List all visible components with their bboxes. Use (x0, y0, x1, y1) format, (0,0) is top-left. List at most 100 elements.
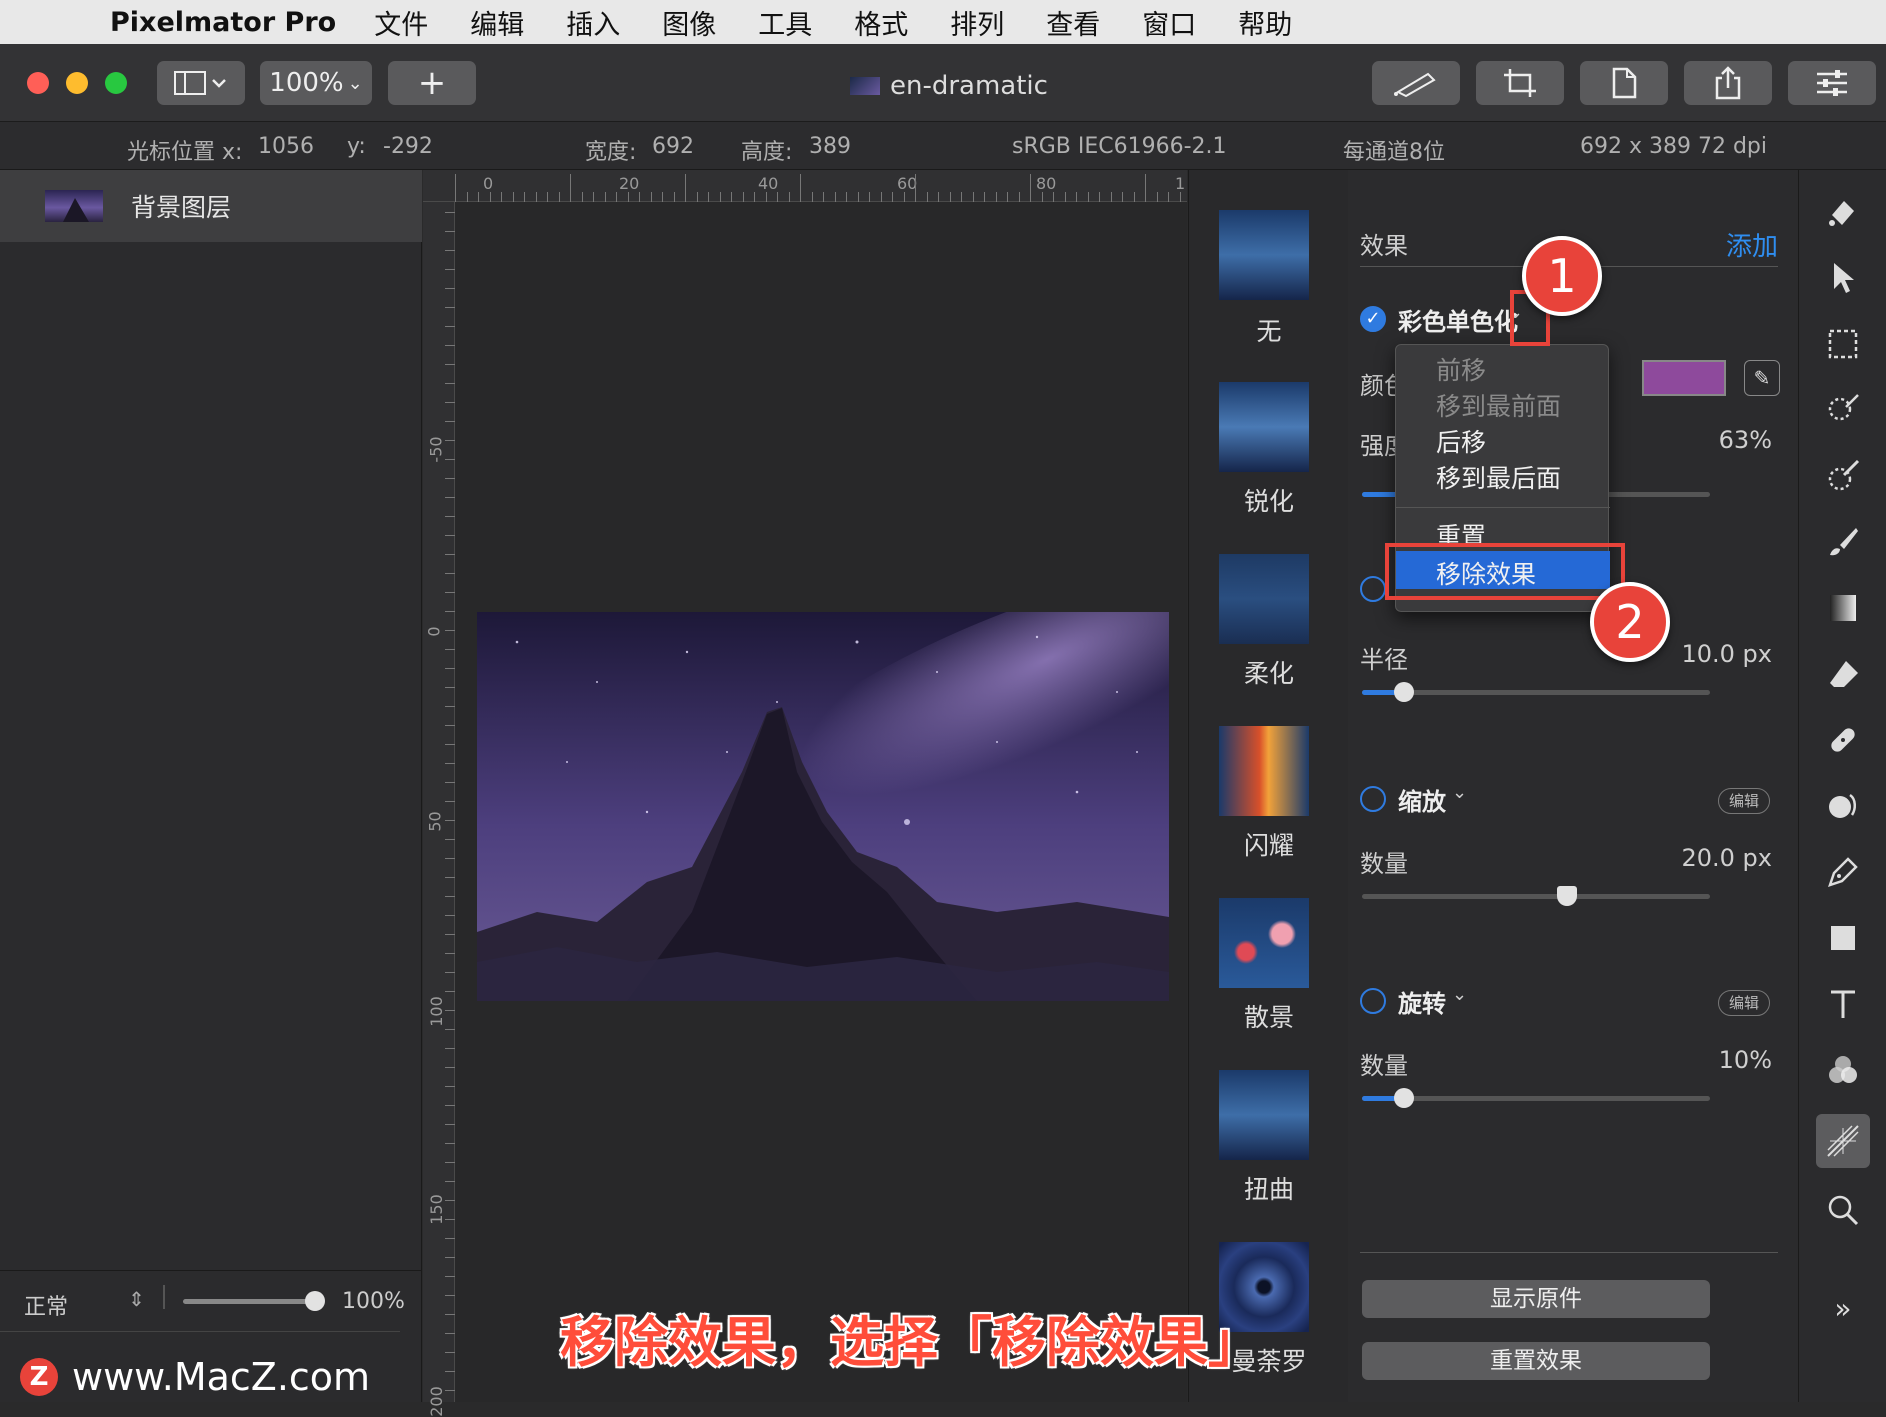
preset-label: 闪耀 (1243, 831, 1294, 860)
menu-edit[interactable]: 编辑 (470, 3, 524, 42)
updown-chevron-icon[interactable]: ⇕ (128, 1287, 145, 1311)
rectangle-select-icon[interactable] (1821, 322, 1865, 366)
show-original-button[interactable]: 显示原件 (1362, 1280, 1710, 1318)
layer-row-background[interactable]: 背景图层 (0, 170, 422, 242)
amount-value: 10% (1718, 1046, 1772, 1074)
preset-none-thumbnail[interactable] (1219, 210, 1309, 300)
ruler-tick (811, 192, 813, 202)
reset-effects-button[interactable]: 重置效果 (1362, 1342, 1710, 1380)
ruler-tick (445, 611, 455, 612)
height-label: 高度: (741, 140, 793, 165)
minimize-window-button[interactable] (66, 72, 88, 94)
opacity-slider[interactable] (183, 1299, 315, 1304)
menu-item-move-backward[interactable]: 后移 (1436, 423, 1486, 459)
share-button[interactable] (1684, 61, 1772, 105)
menu-help[interactable]: 帮助 (1238, 3, 1292, 42)
menu-format[interactable]: 格式 (854, 3, 908, 42)
edit-zoom-button[interactable]: 编辑 (1718, 788, 1770, 814)
ruler-tick (445, 440, 455, 441)
menu-arrange[interactable]: 排列 (950, 3, 1004, 42)
ruler-tick (938, 192, 939, 202)
gradient-icon[interactable] (1821, 586, 1865, 630)
canvas-image[interactable] (477, 612, 1169, 1001)
ruler-tick (570, 174, 571, 202)
effect-enabled-checkbox[interactable]: ✓ (1360, 306, 1386, 332)
chevron-down-icon[interactable]: ⌄ (1452, 984, 1467, 1005)
width-value: 692 (652, 134, 694, 159)
ruler-tick (754, 192, 755, 202)
mountain-night-image (477, 612, 1169, 1001)
menu-image[interactable]: 图像 (662, 3, 716, 42)
preset-distort-thumbnail[interactable] (1219, 1070, 1309, 1160)
adjustments-button[interactable] (1788, 61, 1876, 105)
menu-tools[interactable]: 工具 (758, 3, 812, 42)
amount-slider-knob[interactable] (1393, 1088, 1414, 1108)
paint-brush-icon[interactable] (1821, 520, 1865, 564)
zoom-window-button[interactable] (105, 72, 127, 94)
chevron-down-icon[interactable]: ⌄ (1452, 782, 1467, 803)
menu-view[interactable]: 查看 (1046, 3, 1100, 42)
menu-insert[interactable]: 插入 (566, 3, 620, 42)
close-window-button[interactable] (27, 72, 49, 94)
radius-slider-knob[interactable] (1393, 682, 1414, 702)
color-swatch[interactable] (1642, 360, 1726, 396)
effect-enabled-checkbox[interactable] (1360, 786, 1386, 812)
quick-selection-icon[interactable] (1821, 388, 1865, 432)
edit-rotate-button[interactable]: 编辑 (1718, 990, 1770, 1016)
preset-glow-thumbnail[interactable] (1219, 726, 1309, 816)
zoom-magnifier-icon[interactable] (1821, 1188, 1865, 1232)
radius-slider[interactable] (1362, 690, 1710, 695)
crop-button[interactable] (1476, 61, 1564, 105)
shape-square-icon[interactable] (1821, 916, 1865, 960)
preset-soften-thumbnail[interactable] (1219, 554, 1309, 644)
more-tools-icon[interactable]: » (1821, 1286, 1865, 1330)
add-button[interactable]: + (388, 61, 476, 105)
eraser-icon[interactable] (1821, 652, 1865, 696)
preset-bokeh-thumbnail[interactable] (1219, 898, 1309, 988)
effects-tool-icon[interactable] (1816, 1114, 1870, 1168)
ruler-mark: -50 (426, 436, 446, 463)
menu-item-move-to-back[interactable]: 移到最后面 (1436, 459, 1561, 495)
sidebar-toggle-button[interactable] (157, 61, 245, 105)
radius-label: 半径 (1360, 646, 1408, 674)
warp-icon[interactable] (1821, 784, 1865, 828)
ruler-tick (445, 858, 455, 859)
ruler-tick (445, 1048, 455, 1049)
ruler-tick (1122, 192, 1123, 202)
menu-item-move-to-front[interactable]: 移到最前面 (1436, 387, 1561, 423)
menu-window[interactable]: 窗口 (1142, 3, 1196, 42)
quick-selection-tool-button[interactable] (1372, 61, 1460, 105)
amount-slider[interactable] (1362, 894, 1710, 899)
menu-item-move-forward[interactable]: 前移 (1436, 351, 1486, 387)
blend-mode-select[interactable]: 正常 (24, 1289, 68, 1321)
bandage-repair-icon[interactable] (1821, 718, 1865, 762)
cursor-x-label: 光标位置 x: (127, 140, 243, 165)
ruler-tick (581, 192, 583, 202)
ruler-tick (445, 535, 455, 536)
zoom-level-button[interactable]: 100% ⌄ (260, 61, 372, 105)
paint-bucket-icon[interactable] (1821, 190, 1865, 234)
effect-enabled-checkbox[interactable] (1360, 988, 1386, 1014)
text-tool-icon[interactable] (1821, 982, 1865, 1026)
ruler-tick (731, 192, 732, 202)
ruler-tick (765, 192, 767, 202)
share-icon (1715, 66, 1741, 100)
menu-app-name[interactable]: Pixelmator Pro (110, 7, 336, 38)
pen-tool-icon[interactable] (1821, 850, 1865, 894)
arrange-pointer-icon[interactable] (1821, 256, 1865, 300)
effect-name-zoom: 缩放 (1398, 788, 1446, 816)
export-button[interactable] (1580, 61, 1668, 105)
preset-sharpen-thumbnail[interactable] (1219, 382, 1309, 472)
amount-slider[interactable] (1362, 1096, 1710, 1101)
ruler-tick (949, 192, 951, 202)
amount-slider-knob[interactable] (1557, 886, 1578, 906)
effect-enabled-checkbox[interactable] (1360, 576, 1386, 602)
eyedropper-icon[interactable]: ✎ (1744, 360, 1780, 396)
menu-file[interactable]: 文件 (374, 3, 428, 42)
retouch-icon[interactable] (1821, 454, 1865, 498)
ruler-tick (535, 192, 537, 202)
add-effect-button[interactable]: 添加 (1726, 226, 1778, 263)
opacity-slider-knob[interactable] (305, 1291, 325, 1311)
ruler-tick (1145, 174, 1146, 202)
color-adjust-icon[interactable] (1821, 1048, 1865, 1092)
